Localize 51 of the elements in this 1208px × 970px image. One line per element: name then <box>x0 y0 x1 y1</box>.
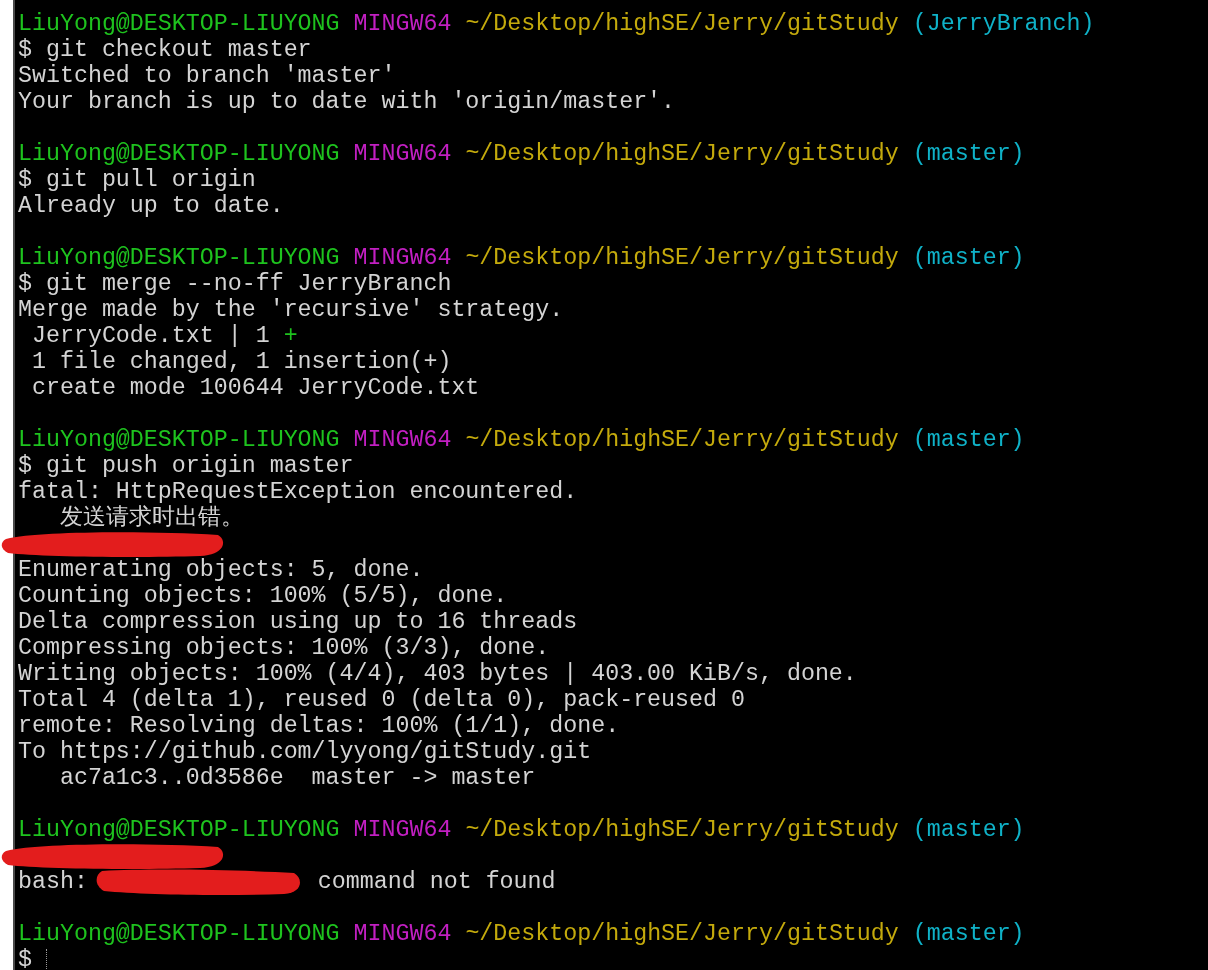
working-path: ~/Desktop/highSE/Jerry/gitStudy <box>464 921 899 947</box>
working-path: ~/Desktop/highSE/Jerry/gitStudy <box>464 141 899 167</box>
output-text: create mode 100644 JerryCode.txt <box>30 375 480 401</box>
user-host: LiuYong@DESKTOP-LIUYONG <box>18 921 340 947</box>
working-path: ~/Desktop/highSE/Jerry/gitStudy <box>464 427 899 453</box>
command-text: $ git pull origin <box>18 167 256 193</box>
working-path: ~/Desktop/highSE/Jerry/gitStudy <box>464 11 899 37</box>
branch-name: (master) <box>911 245 1025 271</box>
output-text: Enumerating objects: 5, done. <box>18 557 424 583</box>
output-text: JerryCode.txt | 1 <box>30 323 271 349</box>
working-path: ~/Desktop/highSE/Jerry/gitStudy <box>464 817 899 843</box>
user-host: LiuYong@DESKTOP-LIUYONG <box>18 141 340 167</box>
shell-name: MINGW64 <box>352 427 452 453</box>
output-text: To https://github.com/lyyong/gitStudy.git <box>18 739 592 765</box>
output-text: Compressing objects: 100% (3/3), done. <box>18 635 550 661</box>
shell-name: MINGW64 <box>352 921 452 947</box>
branch-name: (master) <box>911 141 1025 167</box>
user-host: LiuYong@DESKTOP-LIUYONG <box>18 245 340 271</box>
branch-name: (master) <box>911 817 1025 843</box>
output-text: Delta compression using up to 16 threads <box>18 609 578 635</box>
user-host: LiuYong@DESKTOP-LIUYONG <box>18 817 340 843</box>
output-text: Writing objects: 100% (4/4), 403 bytes | 403.00 KiB/s, done. <box>18 661 857 687</box>
user-host: LiuYong@DESKTOP-LIUYONG <box>18 11 340 37</box>
command-text: $ git merge --no-ff JerryBranch <box>18 271 452 297</box>
branch-name: (master) <box>911 921 1025 947</box>
output-text: Total 4 (delta 1), reused 0 (delta 0), pack-reused 0 <box>18 687 745 713</box>
output-text: Already up to date. <box>18 193 284 219</box>
user-host: LiuYong@DESKTOP-LIUYONG <box>18 427 340 453</box>
output-text: bash: <box>18 869 89 895</box>
command-text: $ git push origin master <box>18 453 354 479</box>
text-cursor <box>45 949 48 970</box>
output-text: command not found <box>316 869 556 895</box>
output-text: Counting objects: 100% (5/5), done. <box>18 583 508 609</box>
working-path: ~/Desktop/highSE/Jerry/gitStudy <box>464 245 899 271</box>
output-text: 发送请求时出错。 <box>58 505 244 531</box>
shell-name: MINGW64 <box>352 141 452 167</box>
output-text: remote: Resolving deltas: 100% (1/1), done. <box>18 713 620 739</box>
branch-name: (JerryBranch) <box>911 11 1095 37</box>
added-mark: + <box>283 323 298 349</box>
output-text: fatal: HttpRequestException encountered. <box>18 479 578 505</box>
command-text: $ <box>18 947 33 970</box>
output-text: Merge made by the 'recursive' strategy. <box>18 297 564 323</box>
output-text: ac7a1c3..0d3586e master -> master <box>58 765 536 791</box>
shell-name: MINGW64 <box>352 817 452 843</box>
branch-name: (master) <box>911 427 1025 453</box>
output-text: 1 file changed, 1 insertion(+) <box>30 349 452 375</box>
shell-name: MINGW64 <box>352 245 452 271</box>
command-text: $ git checkout master <box>18 37 312 63</box>
output-text: Your branch is up to date with 'origin/master'. <box>18 89 676 115</box>
shell-name: MINGW64 <box>352 11 452 37</box>
output-text: Switched to branch 'master' <box>18 63 396 89</box>
